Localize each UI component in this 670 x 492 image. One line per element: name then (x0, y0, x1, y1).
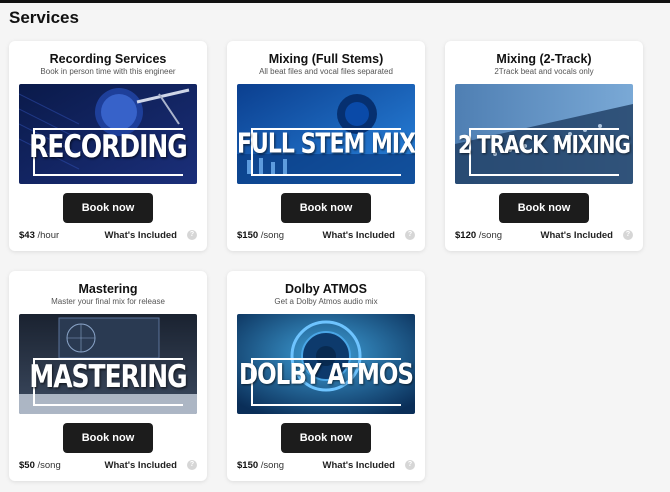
help-icon[interactable]: ? (405, 230, 415, 240)
service-image-full-stem-mix: FULL STEM MIX (237, 84, 415, 184)
service-image-dolby-atmos: DOLBY ATMOS (237, 314, 415, 414)
whats-included-link[interactable]: What's Included (105, 230, 177, 241)
service-image-2-track-mixing: 2 TRACK MIXING (455, 84, 633, 184)
service-card-recording: Recording Services Book in person time w… (9, 41, 207, 251)
card-title: Mastering (78, 282, 138, 296)
price: $50 /song (19, 460, 61, 471)
price: $120 /song (455, 230, 502, 241)
price-unit: /song (37, 460, 61, 471)
help-icon[interactable]: ? (623, 230, 633, 240)
card-title: Recording Services (49, 52, 167, 66)
card-subtitle: 2Track beat and vocals only (494, 67, 594, 76)
service-image-recording: RECORDING (19, 84, 197, 184)
service-image-mastering: MASTERING (19, 314, 197, 414)
card-title: Dolby ATMOS (285, 282, 367, 296)
card-subtitle: Master your final mix for release (51, 297, 165, 306)
price-unit: /hour (37, 230, 60, 241)
image-caption: 2 TRACK MIXING (458, 129, 631, 159)
price-amount: $120 (455, 230, 477, 241)
card-subtitle: Get a Dolby Atmos audio mix (274, 297, 378, 306)
image-caption: RECORDING (29, 128, 188, 165)
card-title: Mixing (2-Track) (496, 52, 592, 66)
help-icon[interactable]: ? (405, 460, 415, 470)
image-caption: FULL STEM MIX (237, 128, 415, 161)
service-card-mastering: Mastering Master your final mix for rele… (9, 271, 207, 481)
image-caption: DOLBY ATMOS (239, 358, 414, 392)
book-now-button[interactable]: Book now (499, 193, 589, 223)
price-unit: /song (260, 460, 285, 471)
image-caption: MASTERING (29, 358, 187, 395)
book-now-button[interactable]: Book now (281, 193, 371, 223)
whats-included-link[interactable]: What's Included (105, 460, 177, 471)
help-icon[interactable]: ? (187, 230, 197, 240)
top-bar (0, 0, 670, 3)
whats-included-link[interactable]: What's Included (541, 230, 613, 241)
book-now-button[interactable]: Book now (63, 193, 153, 223)
price-unit: /song (260, 230, 285, 241)
price: $150 /song (237, 230, 284, 241)
whats-included-link[interactable]: What's Included (323, 460, 395, 471)
book-now-button[interactable]: Book now (63, 423, 153, 453)
service-card-mixing-full-stems: Mixing (Full Stems) All beat files and v… (227, 41, 425, 251)
price-amount: $43 (19, 230, 35, 241)
price-amount: $150 (237, 230, 259, 241)
price-amount: $150 (237, 460, 259, 471)
help-icon[interactable]: ? (187, 460, 197, 470)
card-subtitle: Book in person time with this engineer (40, 67, 176, 76)
service-card-mixing-2-track: Mixing (2-Track) 2Track beat and vocals … (445, 41, 643, 251)
price-amount: $50 (19, 460, 35, 471)
price-unit: /song (478, 230, 503, 241)
card-subtitle: All beat files and vocal files separated (259, 67, 393, 76)
service-card-dolby-atmos: Dolby ATMOS Get a Dolby Atmos audio mix … (227, 271, 425, 481)
whats-included-link[interactable]: What's Included (323, 230, 395, 241)
page-title: Services (9, 8, 79, 27)
price: $43 /hour (19, 230, 59, 241)
price: $150 /song (237, 460, 284, 471)
book-now-button[interactable]: Book now (281, 423, 371, 453)
card-title: Mixing (Full Stems) (268, 52, 384, 66)
